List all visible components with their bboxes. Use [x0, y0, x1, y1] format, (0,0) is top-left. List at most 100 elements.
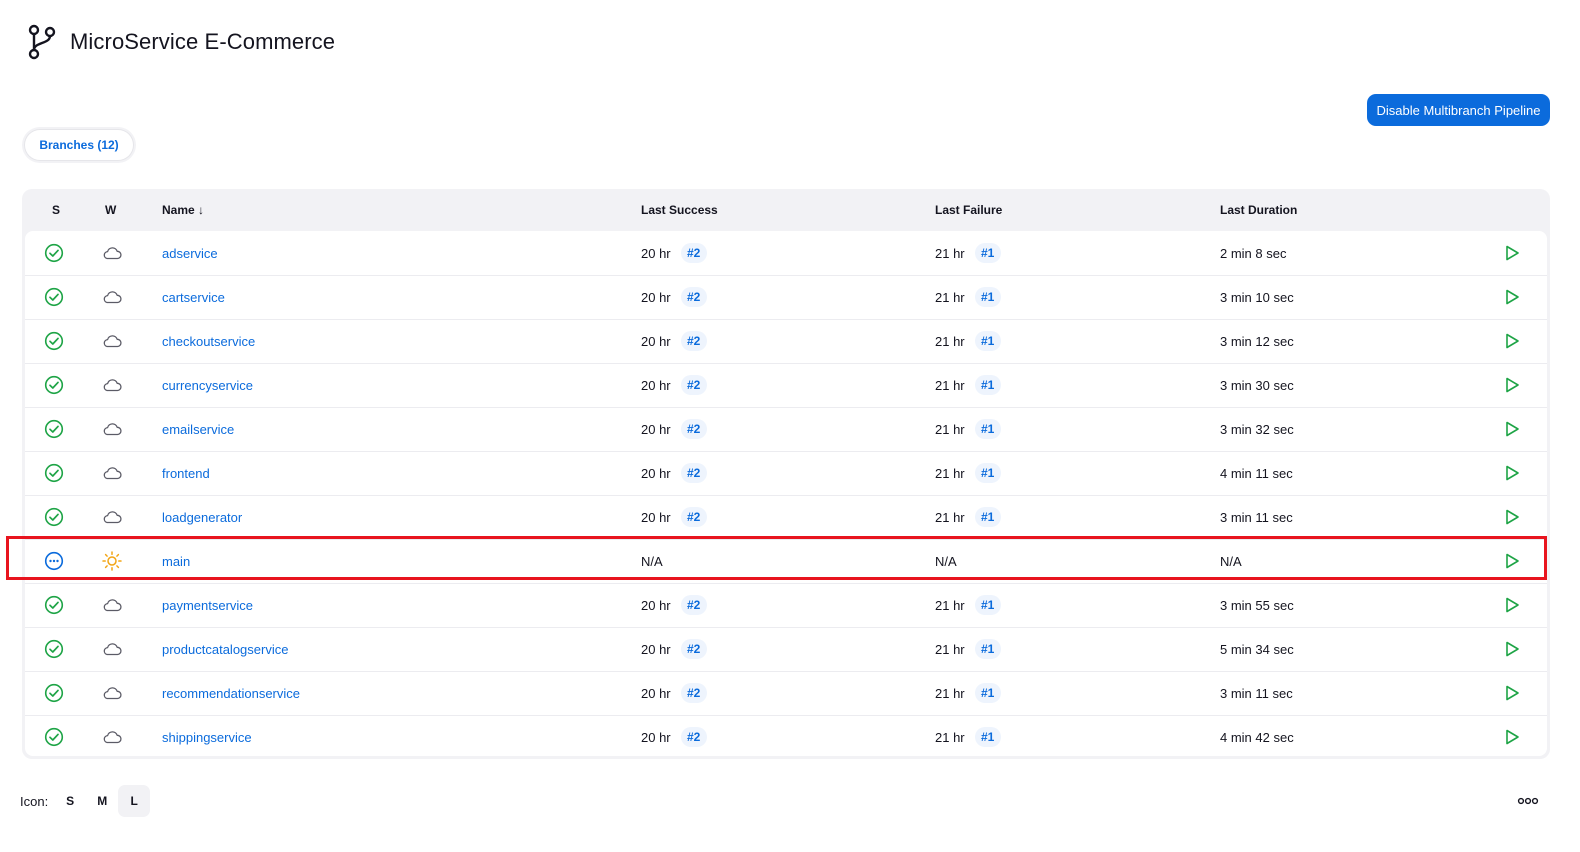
branch-link[interactable]: currencyservice — [162, 378, 253, 393]
branch-link[interactable]: frontend — [162, 466, 210, 481]
last-duration: 3 min 11 sec — [1220, 685, 1293, 701]
status-success-icon[interactable] — [44, 627, 68, 671]
disable-multibranch-pipeline-button[interactable]: Disable Multibranch Pipeline — [1367, 94, 1550, 126]
branch-link[interactable]: shippingservice — [162, 730, 252, 745]
last-success-build-link[interactable]: #2 — [680, 727, 707, 747]
status-success-icon[interactable] — [44, 363, 68, 407]
last-success-time: 20 hr — [641, 333, 671, 349]
last-success-cell: 20 hr #2 — [641, 451, 707, 495]
last-failure-time: 21 hr — [935, 641, 965, 657]
last-failure-build-link[interactable]: #1 — [974, 727, 1001, 747]
column-header-last-success[interactable]: Last Success — [641, 203, 718, 217]
branch-link[interactable]: checkoutservice — [162, 334, 255, 349]
icon-size-s[interactable]: S — [54, 785, 86, 817]
table-header: S W Name ↓ Last Success Last Failure Las… — [22, 189, 1550, 231]
last-failure-build-link[interactable]: #1 — [974, 331, 1001, 351]
last-success-build-link[interactable]: #2 — [680, 331, 707, 351]
last-success-time: 20 hr — [641, 377, 671, 393]
status-success-icon[interactable] — [44, 231, 68, 275]
weather-cloudy-icon — [101, 451, 125, 495]
branch-link[interactable]: loadgenerator — [162, 510, 242, 525]
column-header-name[interactable]: Name ↓ — [162, 203, 204, 217]
last-success-cell: N/A — [641, 539, 663, 583]
status-success-icon[interactable] — [44, 583, 68, 627]
status-success-icon[interactable] — [44, 319, 68, 363]
schedule-build-play-icon[interactable] — [1504, 495, 1524, 539]
last-failure-cell: 21 hr #1 — [935, 407, 1001, 451]
last-success-build-link[interactable]: #2 — [680, 375, 707, 395]
schedule-build-play-icon[interactable] — [1504, 363, 1524, 407]
status-success-icon[interactable] — [44, 671, 68, 715]
schedule-build-play-icon[interactable] — [1504, 671, 1524, 715]
last-failure-cell: 21 hr #1 — [935, 319, 1001, 363]
last-success-build-link[interactable]: #2 — [680, 595, 707, 615]
schedule-build-play-icon[interactable] — [1504, 231, 1524, 275]
status-success-icon[interactable] — [44, 407, 68, 451]
last-failure-build-link[interactable]: #1 — [974, 375, 1001, 395]
branch-link[interactable]: productcatalogservice — [162, 642, 288, 657]
branches-table: S W Name ↓ Last Success Last Failure Las… — [22, 189, 1550, 759]
last-success-build-link[interactable]: #2 — [680, 507, 707, 527]
last-failure-time: 21 hr — [935, 729, 965, 745]
last-success-build-link[interactable]: #2 — [680, 463, 707, 483]
last-success-cell: 20 hr #2 — [641, 715, 707, 756]
last-failure-build-link[interactable]: #1 — [974, 683, 1001, 703]
status-not-built-icon[interactable] — [44, 539, 68, 583]
branch-link[interactable]: paymentservice — [162, 598, 253, 613]
last-failure-cell: 21 hr #1 — [935, 671, 1001, 715]
last-success-cell: 20 hr #2 — [641, 627, 707, 671]
last-duration: 3 min 11 sec — [1220, 509, 1293, 525]
last-success-build-link[interactable]: #2 — [680, 419, 707, 439]
last-failure-time: 21 hr — [935, 333, 965, 349]
last-duration: 3 min 32 sec — [1220, 421, 1294, 437]
schedule-build-play-icon[interactable] — [1504, 715, 1524, 756]
last-failure-cell: 21 hr #1 — [935, 495, 1001, 539]
last-failure-time: N/A — [935, 553, 957, 569]
schedule-build-play-icon[interactable] — [1504, 583, 1524, 627]
schedule-build-play-icon[interactable] — [1504, 539, 1524, 583]
branch-link[interactable]: adservice — [162, 246, 218, 261]
schedule-build-play-icon[interactable] — [1504, 627, 1524, 671]
branch-link[interactable]: cartservice — [162, 290, 225, 305]
last-duration: 3 min 12 sec — [1220, 333, 1294, 349]
status-success-icon[interactable] — [44, 495, 68, 539]
column-header-last-failure[interactable]: Last Failure — [935, 203, 1002, 217]
last-failure-time: 21 hr — [935, 465, 965, 481]
last-failure-build-link[interactable]: #1 — [974, 419, 1001, 439]
last-failure-build-link[interactable]: #1 — [974, 595, 1001, 615]
column-header-last-duration[interactable]: Last Duration — [1220, 203, 1297, 217]
status-success-icon[interactable] — [44, 275, 68, 319]
last-success-cell: 20 hr #2 — [641, 671, 707, 715]
schedule-build-play-icon[interactable] — [1504, 319, 1524, 363]
schedule-build-play-icon[interactable] — [1504, 275, 1524, 319]
last-failure-build-link[interactable]: #1 — [974, 243, 1001, 263]
icon-size-l[interactable]: L — [118, 785, 151, 817]
branch-link[interactable]: recommendationservice — [162, 686, 300, 701]
branch-link[interactable]: emailservice — [162, 422, 234, 437]
last-duration: 3 min 30 sec — [1220, 377, 1294, 393]
column-header-weather[interactable]: W — [105, 203, 116, 217]
tab-branches[interactable]: Branches (12) — [25, 130, 133, 160]
last-success-build-link[interactable]: #2 — [680, 287, 707, 307]
status-success-icon[interactable] — [44, 451, 68, 495]
branch-link[interactable]: main — [162, 554, 190, 569]
last-failure-time: 21 hr — [935, 377, 965, 393]
icon-size-m[interactable]: M — [86, 785, 118, 817]
last-failure-build-link[interactable]: #1 — [974, 507, 1001, 527]
last-failure-build-link[interactable]: #1 — [974, 463, 1001, 483]
more-options-icon[interactable] — [1516, 792, 1540, 810]
status-success-icon[interactable] — [44, 715, 68, 756]
last-success-time: 20 hr — [641, 641, 671, 657]
last-failure-cell: 21 hr #1 — [935, 275, 1001, 319]
schedule-build-play-icon[interactable] — [1504, 451, 1524, 495]
last-success-build-link[interactable]: #2 — [680, 683, 707, 703]
schedule-build-play-icon[interactable] — [1504, 407, 1524, 451]
last-failure-time: 21 hr — [935, 597, 965, 613]
last-success-build-link[interactable]: #2 — [680, 639, 707, 659]
last-failure-build-link[interactable]: #1 — [974, 639, 1001, 659]
last-success-cell: 20 hr #2 — [641, 319, 707, 363]
last-success-build-link[interactable]: #2 — [680, 243, 707, 263]
weather-cloudy-icon — [101, 627, 125, 671]
column-header-status[interactable]: S — [52, 203, 60, 217]
last-failure-build-link[interactable]: #1 — [974, 287, 1001, 307]
